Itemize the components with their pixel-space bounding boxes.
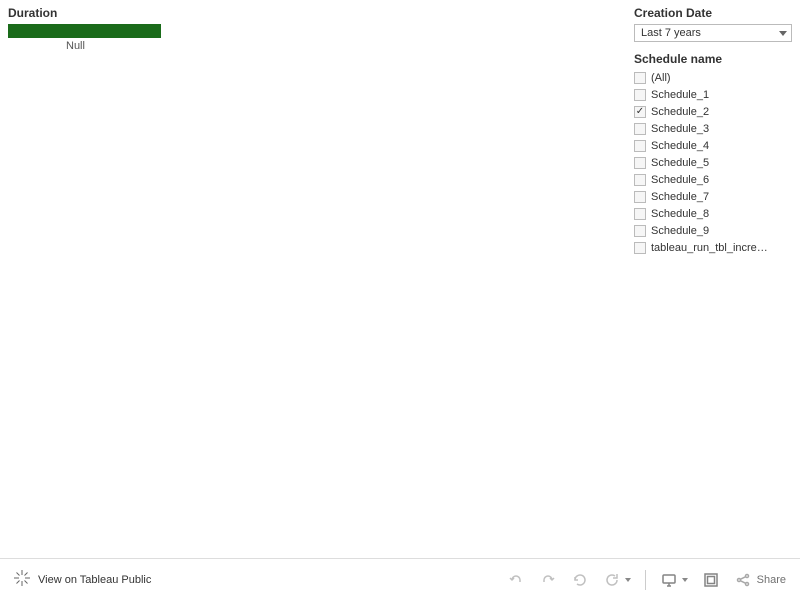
schedule-item-label: (All) [651, 72, 671, 84]
schedule-item-label: Schedule_7 [651, 191, 709, 203]
checkbox-icon [634, 225, 646, 237]
null-axis-label: Null [66, 40, 634, 52]
main-area: Duration Null Creation Date Last 7 years… [0, 0, 800, 558]
checkbox-icon [634, 140, 646, 152]
schedule-item[interactable]: Schedule_6 [634, 172, 792, 188]
checkbox-icon [634, 123, 646, 135]
schedule-name-title: Schedule name [634, 52, 792, 66]
fullscreen-icon[interactable] [702, 571, 720, 589]
share-label: Share [757, 574, 786, 586]
chevron-down-icon [779, 31, 787, 36]
schedule-item-label: Schedule_6 [651, 174, 709, 186]
checkbox-icon [634, 242, 646, 254]
schedule-item-label: Schedule_9 [651, 225, 709, 237]
creation-date-dropdown[interactable]: Last 7 years [634, 24, 792, 42]
redo-icon[interactable] [539, 571, 557, 589]
display-icon [660, 571, 678, 589]
checkbox-icon [634, 191, 646, 203]
refresh-icon [603, 571, 621, 589]
checkbox-icon [634, 174, 646, 186]
schedule-item-label: Schedule_8 [651, 208, 709, 220]
checkbox-icon [634, 106, 646, 118]
schedule-item-label: Schedule_3 [651, 123, 709, 135]
toolbar-left: View on Tableau Public [14, 570, 507, 589]
toolbar: View on Tableau Public [0, 558, 800, 600]
schedule-item[interactable]: Schedule_5 [634, 155, 792, 171]
checkbox-icon [634, 89, 646, 101]
checkbox-icon [634, 72, 646, 84]
creation-date-title: Creation Date [634, 6, 792, 20]
chevron-down-icon [625, 578, 631, 582]
schedule-item[interactable]: tableau_run_tbl_incre… [634, 240, 792, 256]
chart-column: Duration Null [8, 6, 634, 552]
schedule-item-label: tableau_run_tbl_incre… [651, 242, 768, 254]
duration-title: Duration [8, 6, 634, 20]
tableau-logo-icon[interactable] [14, 570, 30, 589]
schedule-item-label: Schedule_2 [651, 106, 709, 118]
checkbox-icon [634, 157, 646, 169]
chevron-down-icon [682, 578, 688, 582]
duration-bar[interactable] [8, 24, 161, 38]
schedule-item[interactable]: Schedule_3 [634, 121, 792, 137]
schedule-item[interactable]: Schedule_8 [634, 206, 792, 222]
schedule-item-label: Schedule_5 [651, 157, 709, 169]
checkbox-icon [634, 208, 646, 220]
toolbar-right: Share [507, 570, 786, 590]
schedule-item[interactable]: Schedule_1 [634, 87, 792, 103]
view-on-tableau-link[interactable]: View on Tableau Public [38, 574, 151, 586]
revert-icon[interactable] [571, 571, 589, 589]
undo-icon[interactable] [507, 571, 525, 589]
schedule-item[interactable]: Schedule_4 [634, 138, 792, 154]
schedule-item[interactable]: Schedule_7 [634, 189, 792, 205]
refresh-group[interactable] [603, 571, 631, 589]
schedule-item-label: Schedule_4 [651, 140, 709, 152]
share-button[interactable]: Share [734, 571, 786, 589]
download-group[interactable] [660, 571, 688, 589]
schedule-item[interactable]: (All) [634, 70, 792, 86]
toolbar-separator [645, 570, 646, 590]
filters-column: Creation Date Last 7 years Schedule name… [634, 6, 792, 552]
schedule-checklist: (All) Schedule_1 Schedule_2 Schedule_3 Sched… [634, 70, 792, 256]
schedule-item[interactable]: Schedule_2 [634, 104, 792, 120]
schedule-item[interactable]: Schedule_9 [634, 223, 792, 239]
schedule-item-label: Schedule_1 [651, 89, 709, 101]
creation-date-selected: Last 7 years [641, 27, 701, 39]
share-icon [734, 571, 752, 589]
